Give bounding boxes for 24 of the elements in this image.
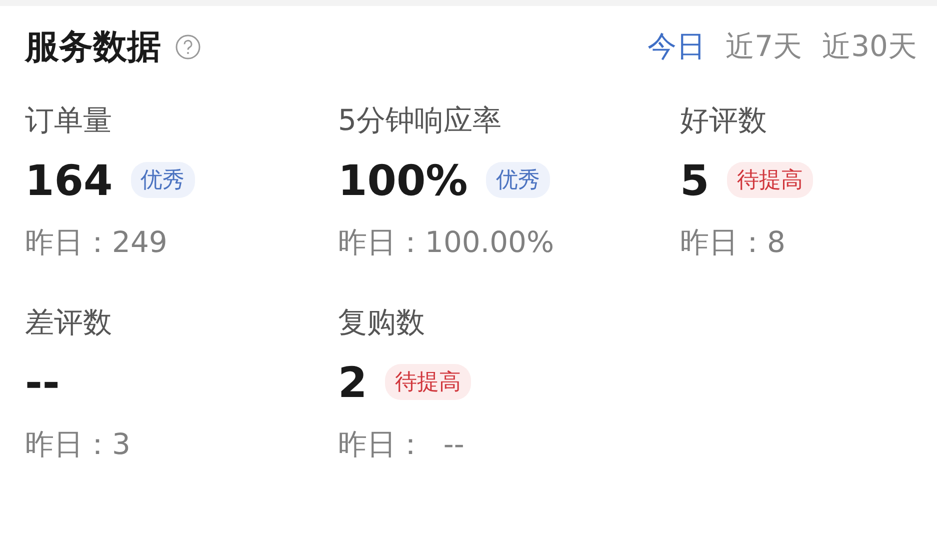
metric-value: 5 <box>680 156 710 204</box>
rating-badge: 待提高 <box>727 162 814 198</box>
rating-badge: 优秀 <box>486 162 550 198</box>
rating-badge: 待提高 <box>385 364 472 400</box>
metric-value: 100% <box>338 156 468 204</box>
yesterday-value: 昨日：100.00% <box>338 224 554 261</box>
metric-label: 差评数 <box>25 304 112 341</box>
yesterday-value: 昨日：8 <box>680 224 786 261</box>
date-range-tab[interactable]: 近30天 <box>822 27 917 67</box>
section-title: 服务数据 <box>25 26 161 69</box>
rating-badge: 优秀 <box>130 162 195 198</box>
metric-label: 复购数 <box>338 304 425 341</box>
metric-value: 164 <box>25 156 113 204</box>
help-icon[interactable] <box>175 34 201 60</box>
yesterday-value: 昨日：249 <box>25 224 168 261</box>
metric-label: 好评数 <box>680 102 767 139</box>
date-range-tab[interactable]: 今日 <box>648 27 706 67</box>
metric-label: 5分钟响应率 <box>338 102 502 139</box>
yesterday-value: 昨日： -- <box>338 426 464 463</box>
yesterday-value: 昨日：3 <box>25 426 130 463</box>
metric-value: -- <box>25 358 60 406</box>
metric-label: 订单量 <box>25 102 112 139</box>
date-range-tab[interactable]: 近7天 <box>726 27 802 67</box>
metric-value: 2 <box>338 358 368 406</box>
